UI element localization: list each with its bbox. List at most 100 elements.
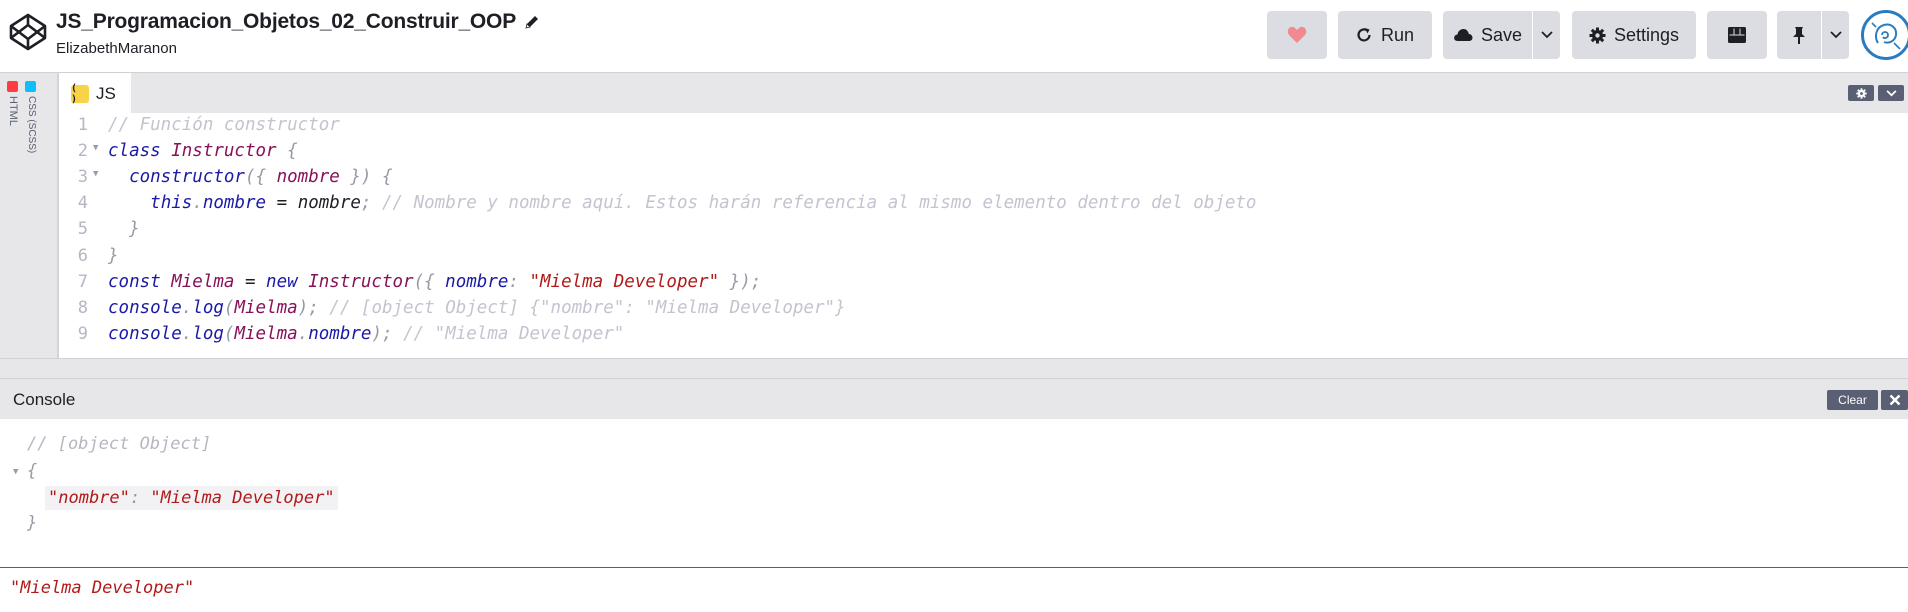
code-token: // [object Object] {"nombre": "Mielma De… [329,297,846,318]
save-options-button[interactable] [1533,11,1560,59]
js-badge-icon: ( ) [71,83,89,105]
chevron-down-icon [1540,31,1553,39]
line-number: 5 [77,219,88,240]
line-number: 9 [77,323,88,344]
code-line[interactable]: 8 console.log(Mielma); // [object Object]… [59,298,1908,324]
avatar[interactable] [1861,10,1908,60]
run-button[interactable]: Run [1338,11,1432,59]
code-token: ({ [413,271,446,292]
code-token: nombre [297,193,361,214]
code-token: }) { [339,167,393,188]
line-number: 4 [77,193,88,214]
chevron-down-icon [1829,31,1842,39]
codepen-logo-icon[interactable] [8,12,48,52]
property-value: "Mielma Developer" [150,488,335,508]
code-token: Instructor [308,271,414,292]
run-label: Run [1380,24,1415,45]
code-token: constructor [129,167,245,188]
css-tab-label: CSS (SCSS) [26,96,37,154]
code-token: nombre [202,193,267,214]
code-token: new [266,271,309,292]
js-tab-label: JS [96,83,116,103]
object-brace-close: } [27,513,38,533]
save-label: Save [1480,24,1523,45]
code-text: console.log(Mielma.nombre); // "Mielma D… [108,324,624,344]
line-number: 6 [77,245,88,266]
close-console-button[interactable] [1881,390,1908,410]
code-line[interactable]: 2 ▼ class Instructor { [59,141,1908,167]
code-token: console [108,297,182,318]
code-token: Instructor [171,141,277,162]
pen-author[interactable]: ElizabethMaranon [56,40,540,57]
console-divider [0,567,1908,568]
fold-toggle-icon[interactable]: ▼ [93,169,98,179]
fold-toggle-icon[interactable]: ▼ [13,467,18,477]
code-token: nombre [276,167,340,188]
code-token: } [108,219,140,240]
console-output: // [object Object] ▼ { "nombre": "Mielma… [0,419,1908,612]
avatar-image [1864,13,1908,57]
pin-button[interactable] [1777,11,1821,59]
object-property: "nombre": "Mielma Developer" [45,486,338,510]
change-view-button[interactable] [1707,11,1767,59]
pin-options-button[interactable] [1822,11,1849,59]
object-brace-open: { [27,461,38,481]
js-code-editor[interactable]: 1 // Función constructor 2 ▼ class Instructo… [59,113,1908,358]
settings-button[interactable]: Settings [1572,11,1696,59]
code-line[interactable]: 7 const Mielma = new Instructor({ nombre:… [59,272,1908,298]
console-header: Console Clear [0,378,1908,419]
css-editor-tab[interactable]: CSS (SCSS) [20,81,40,241]
editor-settings-button[interactable] [1848,85,1874,101]
code-token: = [266,193,298,214]
code-token: Mielma [171,271,235,292]
code-line[interactable]: 1 // Función constructor [59,115,1908,141]
code-line[interactable]: 6} [59,246,1908,272]
gear-icon [1589,27,1606,43]
pencil-icon[interactable] [524,14,540,30]
css-badge-icon [24,81,36,92]
code-token: // "Mielma Developer" [403,323,625,344]
code-text: constructor({ nombre }) { [108,167,393,188]
html-editor-tab[interactable]: HTML [2,81,22,241]
code-token: { [276,141,298,162]
js-editor-header: ( ) JS [59,72,1908,114]
layout-icon [1728,27,1746,43]
code-token: : [508,271,530,292]
js-editor-tab[interactable]: ( ) JS [59,73,131,114]
code-token: } [108,245,119,266]
fold-toggle-icon[interactable]: ▼ [93,143,98,153]
code-token: . [181,297,193,318]
line-number: 7 [77,271,88,292]
code-token: Mielma [234,297,298,318]
code-token: // Función constructor [108,115,340,135]
pen-title-block: JS_Programacion_Objetos_02_Construir_OOP… [56,10,540,57]
code-line[interactable]: 4 this.nombre = nombre; // Nombre y nomb… [59,193,1908,219]
code-text: // Función constructor [108,115,340,135]
code-text: console.log(Mielma); // [object Object] … [108,298,846,318]
refresh-icon [1357,28,1371,42]
close-icon [1889,394,1900,406]
code-text: } [108,246,119,266]
code-token: const [108,271,172,292]
code-line[interactable]: 9 console.log(Mielma.nombre); // "Mielma … [59,324,1908,350]
code-token: ); [371,323,404,344]
code-text: const Mielma = new Instructor({ nombre: … [108,272,761,292]
code-line[interactable]: 3 ▼ constructor({ nombre }) { [59,167,1908,193]
html-tab-label: HTML [7,96,19,126]
line-number: 8 [77,297,88,318]
code-token: . [297,323,309,344]
gear-icon [1855,87,1867,99]
code-line[interactable]: 5 } [59,219,1908,245]
code-token: class [108,141,172,162]
console-log-comment: // [object Object] [27,434,212,454]
clear-console-button[interactable]: Clear [1827,390,1878,410]
editor-collapse-button[interactable] [1878,85,1904,101]
save-button[interactable]: Save [1443,11,1532,59]
console-resize-handle[interactable] [0,358,1908,378]
pen-title[interactable]: JS_Programacion_Objetos_02_Construir_OOP [56,10,516,34]
love-button[interactable] [1267,11,1327,59]
code-text: } [108,219,140,239]
code-token: . [192,193,203,214]
